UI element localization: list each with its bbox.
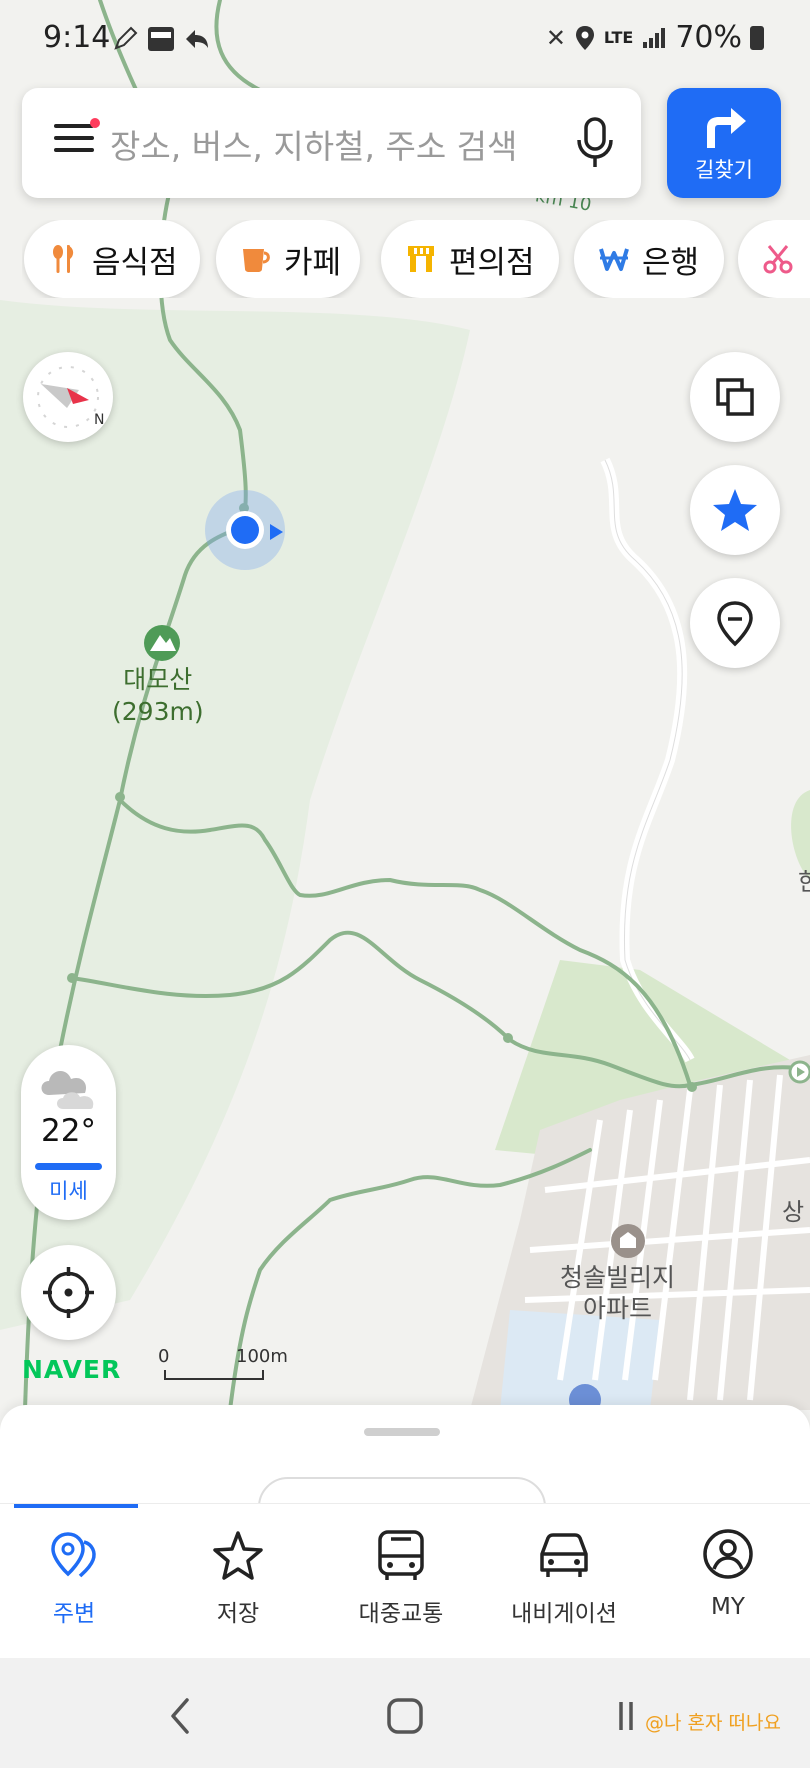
- tab-label: 주변: [52, 1601, 96, 1627]
- battery-percent: 70%: [675, 20, 742, 55]
- tab-my[interactable]: MY: [648, 1504, 808, 1659]
- star-icon: [713, 489, 757, 531]
- search-input[interactable]: 장소, 버스, 지하철, 주소 검색: [110, 120, 517, 168]
- user-circle-icon: [703, 1529, 753, 1579]
- tab-label: 대중교통: [358, 1601, 444, 1627]
- home-icon[interactable]: [385, 1696, 425, 1736]
- reply-icon: [186, 30, 208, 48]
- favorites-button[interactable]: [690, 465, 780, 555]
- sheet-pill-button[interactable]: [258, 1477, 546, 1505]
- recent-apps-icon[interactable]: [615, 1696, 645, 1736]
- map-pin-minus-icon: [717, 601, 753, 647]
- svg-text:N: N: [94, 412, 104, 428]
- bottom-sheet[interactable]: [0, 1405, 810, 1505]
- tab-label: MY: [711, 1594, 745, 1620]
- search-bar[interactable]: 장소, 버스, 지하철, 주소 검색: [22, 88, 641, 198]
- car-icon: [540, 1533, 588, 1577]
- temperature: 22°: [41, 1113, 96, 1149]
- coffee-cup-icon: [243, 249, 270, 272]
- won-icon: [599, 248, 629, 271]
- chip-label: 카페: [284, 244, 342, 281]
- tab-saved[interactable]: 저장: [158, 1504, 318, 1659]
- chip-label: 은행: [642, 244, 700, 281]
- back-icon[interactable]: [165, 1696, 195, 1736]
- apartment-label[interactable]: 청솔빌리지 아파트: [560, 1262, 675, 1324]
- sheet-handle[interactable]: [364, 1428, 440, 1436]
- dust-level-bar: [35, 1163, 102, 1170]
- tab-transit[interactable]: 대중교통: [321, 1504, 481, 1659]
- location-icon: [575, 25, 594, 50]
- scale-bar: [164, 1370, 264, 1380]
- chip-bank[interactable]: 은행: [574, 220, 724, 298]
- app-tmoney-icon: [148, 27, 174, 51]
- tab-label: 내비게이션: [511, 1601, 617, 1627]
- directions-button[interactable]: 길찾기: [667, 88, 781, 198]
- category-chips: 음식점 카페 편의점 은행: [22, 220, 810, 298]
- chip-convenience-store[interactable]: 편의점: [381, 220, 559, 298]
- tab-navigation[interactable]: 내비게이션: [484, 1504, 644, 1659]
- layers-icon: [716, 378, 754, 416]
- pencil-icon: [114, 26, 138, 50]
- watermark-text: @나 혼자 떠나요: [645, 1712, 781, 1734]
- menu-icon[interactable]: [54, 118, 100, 158]
- current-location-button[interactable]: [21, 1245, 116, 1340]
- tab-nearby[interactable]: 주변: [0, 1504, 154, 1659]
- edge-label-right: 한: [798, 868, 810, 896]
- notification-dot: [90, 118, 100, 128]
- naver-logo: NAVER: [22, 1355, 122, 1384]
- location-pin-icon: [51, 1532, 96, 1578]
- edge-label-right-2: 상: [782, 1198, 805, 1226]
- tab-label: 저장: [216, 1601, 260, 1627]
- microphone-icon[interactable]: [573, 116, 617, 170]
- notification-icons: [110, 24, 212, 54]
- layers-button[interactable]: [690, 352, 780, 442]
- star-outline-icon: [213, 1531, 263, 1580]
- map-view[interactable]: 대모산 (293m) 청솔빌리지 아파트 km 10 한 상: [0, 0, 810, 1410]
- chip-label: 음식점: [92, 244, 178, 281]
- directions-label: 길찾기: [695, 158, 753, 182]
- scale-distance: 100m: [236, 1346, 288, 1367]
- signal-icon: [643, 27, 666, 48]
- turn-right-arrow-icon: [707, 108, 746, 148]
- compass-icon: N: [37, 366, 104, 428]
- scale-zero: 0: [158, 1346, 170, 1367]
- weather-widget[interactable]: 22° 미세: [21, 1045, 116, 1220]
- map-scale: 0 100m: [158, 1346, 288, 1380]
- chip-beauty[interactable]: [738, 220, 810, 298]
- chip-label: 편의점: [449, 244, 535, 281]
- cloud-icon: [41, 1070, 94, 1109]
- nearby-button[interactable]: [690, 578, 780, 668]
- compass-button[interactable]: N: [23, 352, 113, 442]
- chip-restaurant[interactable]: 음식점: [24, 220, 200, 298]
- peak-label[interactable]: 대모산 (293m): [112, 664, 204, 728]
- fork-knife-icon: [53, 245, 74, 273]
- bus-icon: [378, 1530, 424, 1580]
- crosshair-icon: [43, 1267, 94, 1318]
- dust-label: 미세: [49, 1179, 88, 1203]
- status-bar: 9:14 ✕ LTE 70%: [0, 0, 810, 78]
- network-type: LTE: [603, 27, 634, 47]
- store-icon: [408, 246, 434, 272]
- scissors-icon: [763, 245, 793, 274]
- battery-icon: [750, 25, 764, 50]
- status-right-icons: ✕ LTE 70%: [546, 20, 764, 55]
- mute-vibrate-icon: ✕: [545, 23, 566, 52]
- status-time: 9:14: [43, 20, 111, 55]
- chip-cafe[interactable]: 카페: [216, 220, 360, 298]
- bottom-nav: 주변 저장 대중교통 내비게이션 MY: [0, 1503, 810, 1658]
